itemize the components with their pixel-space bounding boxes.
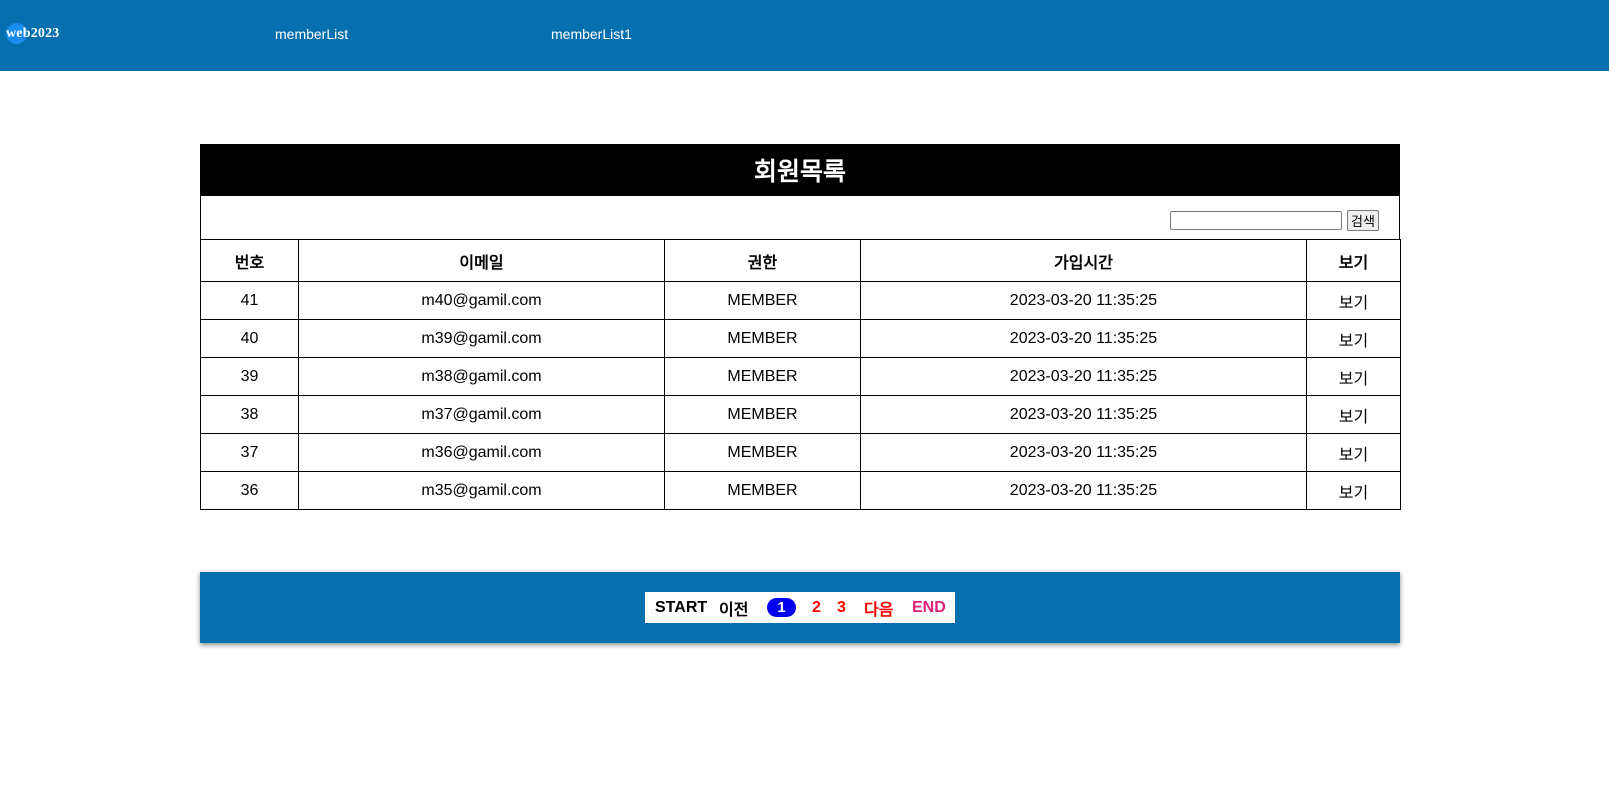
column-header-number: 번호 <box>200 239 299 282</box>
table-row: 36 m35@gamil.com MEMBER 2023-03-20 11:35… <box>200 471 1401 510</box>
cell-role: MEMBER <box>664 395 861 434</box>
table-header-row: 번호 이메일 권한 가입시간 보기 <box>200 239 1401 282</box>
logo-text: web2023 <box>6 26 60 41</box>
page-start-link[interactable]: START <box>655 599 707 617</box>
search-bar: 검색 <box>200 196 1400 239</box>
column-header-email: 이메일 <box>298 239 665 282</box>
cell-role: MEMBER <box>664 357 861 396</box>
column-header-role: 권한 <box>664 239 861 282</box>
cell-email: m35@gamil.com <box>298 471 665 510</box>
member-board: 회원목록 검색 번호 이메일 권한 가입시간 보기 41 m40@gamil.c… <box>200 144 1401 510</box>
cell-joined: 2023-03-20 11:35:25 <box>860 471 1307 510</box>
cell-joined: 2023-03-20 11:35:25 <box>860 357 1307 396</box>
cell-role: MEMBER <box>664 433 861 472</box>
cell-email: m38@gamil.com <box>298 357 665 396</box>
table-row: 39 m38@gamil.com MEMBER 2023-03-20 11:35… <box>200 357 1401 396</box>
cell-number: 37 <box>200 433 299 472</box>
search-button[interactable]: 검색 <box>1347 210 1379 231</box>
page-link-3[interactable]: 3 <box>837 599 846 617</box>
page-next-link[interactable]: 다음 <box>864 596 893 620</box>
cell-number: 39 <box>200 357 299 396</box>
member-table: 번호 이메일 권한 가입시간 보기 41 m40@gamil.com MEMBE… <box>200 239 1401 510</box>
column-header-view: 보기 <box>1306 239 1401 282</box>
page-prev-link[interactable]: 이전 <box>719 596 748 620</box>
cell-email: m37@gamil.com <box>298 395 665 434</box>
cell-role: MEMBER <box>664 281 861 320</box>
column-header-joined: 가입시간 <box>860 239 1307 282</box>
table-row: 37 m36@gamil.com MEMBER 2023-03-20 11:35… <box>200 433 1401 472</box>
view-link[interactable]: 보기 <box>1306 281 1401 320</box>
view-link[interactable]: 보기 <box>1306 433 1401 472</box>
cell-email: m36@gamil.com <box>298 433 665 472</box>
cell-number: 36 <box>200 471 299 510</box>
nav-link-memberlist1[interactable]: memberList1 <box>551 26 632 42</box>
cell-number: 40 <box>200 319 299 358</box>
table-row: 41 m40@gamil.com MEMBER 2023-03-20 11:35… <box>200 281 1401 320</box>
table-row: 40 m39@gamil.com MEMBER 2023-03-20 11:35… <box>200 319 1401 358</box>
page-end-link[interactable]: END <box>912 599 946 617</box>
cell-joined: 2023-03-20 11:35:25 <box>860 319 1307 358</box>
cell-email: m39@gamil.com <box>298 319 665 358</box>
pagination-bar: START 이전 1 2 3 다음 END <box>200 572 1400 643</box>
view-link[interactable]: 보기 <box>1306 357 1401 396</box>
page-link-2[interactable]: 2 <box>812 599 821 617</box>
cell-number: 41 <box>200 281 299 320</box>
cell-joined: 2023-03-20 11:35:25 <box>860 395 1307 434</box>
top-navbar: web2023 memberList memberList1 <box>0 0 1609 71</box>
cell-email: m40@gamil.com <box>298 281 665 320</box>
table-row: 38 m37@gamil.com MEMBER 2023-03-20 11:35… <box>200 395 1401 434</box>
cell-role: MEMBER <box>664 319 861 358</box>
nav-link-memberlist[interactable]: memberList <box>275 26 348 42</box>
view-link[interactable]: 보기 <box>1306 471 1401 510</box>
page-title: 회원목록 <box>200 144 1400 196</box>
cell-role: MEMBER <box>664 471 861 510</box>
view-link[interactable]: 보기 <box>1306 395 1401 434</box>
pagination: START 이전 1 2 3 다음 END <box>645 592 955 623</box>
view-link[interactable]: 보기 <box>1306 319 1401 358</box>
cell-joined: 2023-03-20 11:35:25 <box>860 281 1307 320</box>
page-current[interactable]: 1 <box>767 598 796 617</box>
site-logo[interactable]: web2023 <box>6 22 60 46</box>
search-input[interactable] <box>1170 211 1342 230</box>
cell-number: 38 <box>200 395 299 434</box>
cell-joined: 2023-03-20 11:35:25 <box>860 433 1307 472</box>
